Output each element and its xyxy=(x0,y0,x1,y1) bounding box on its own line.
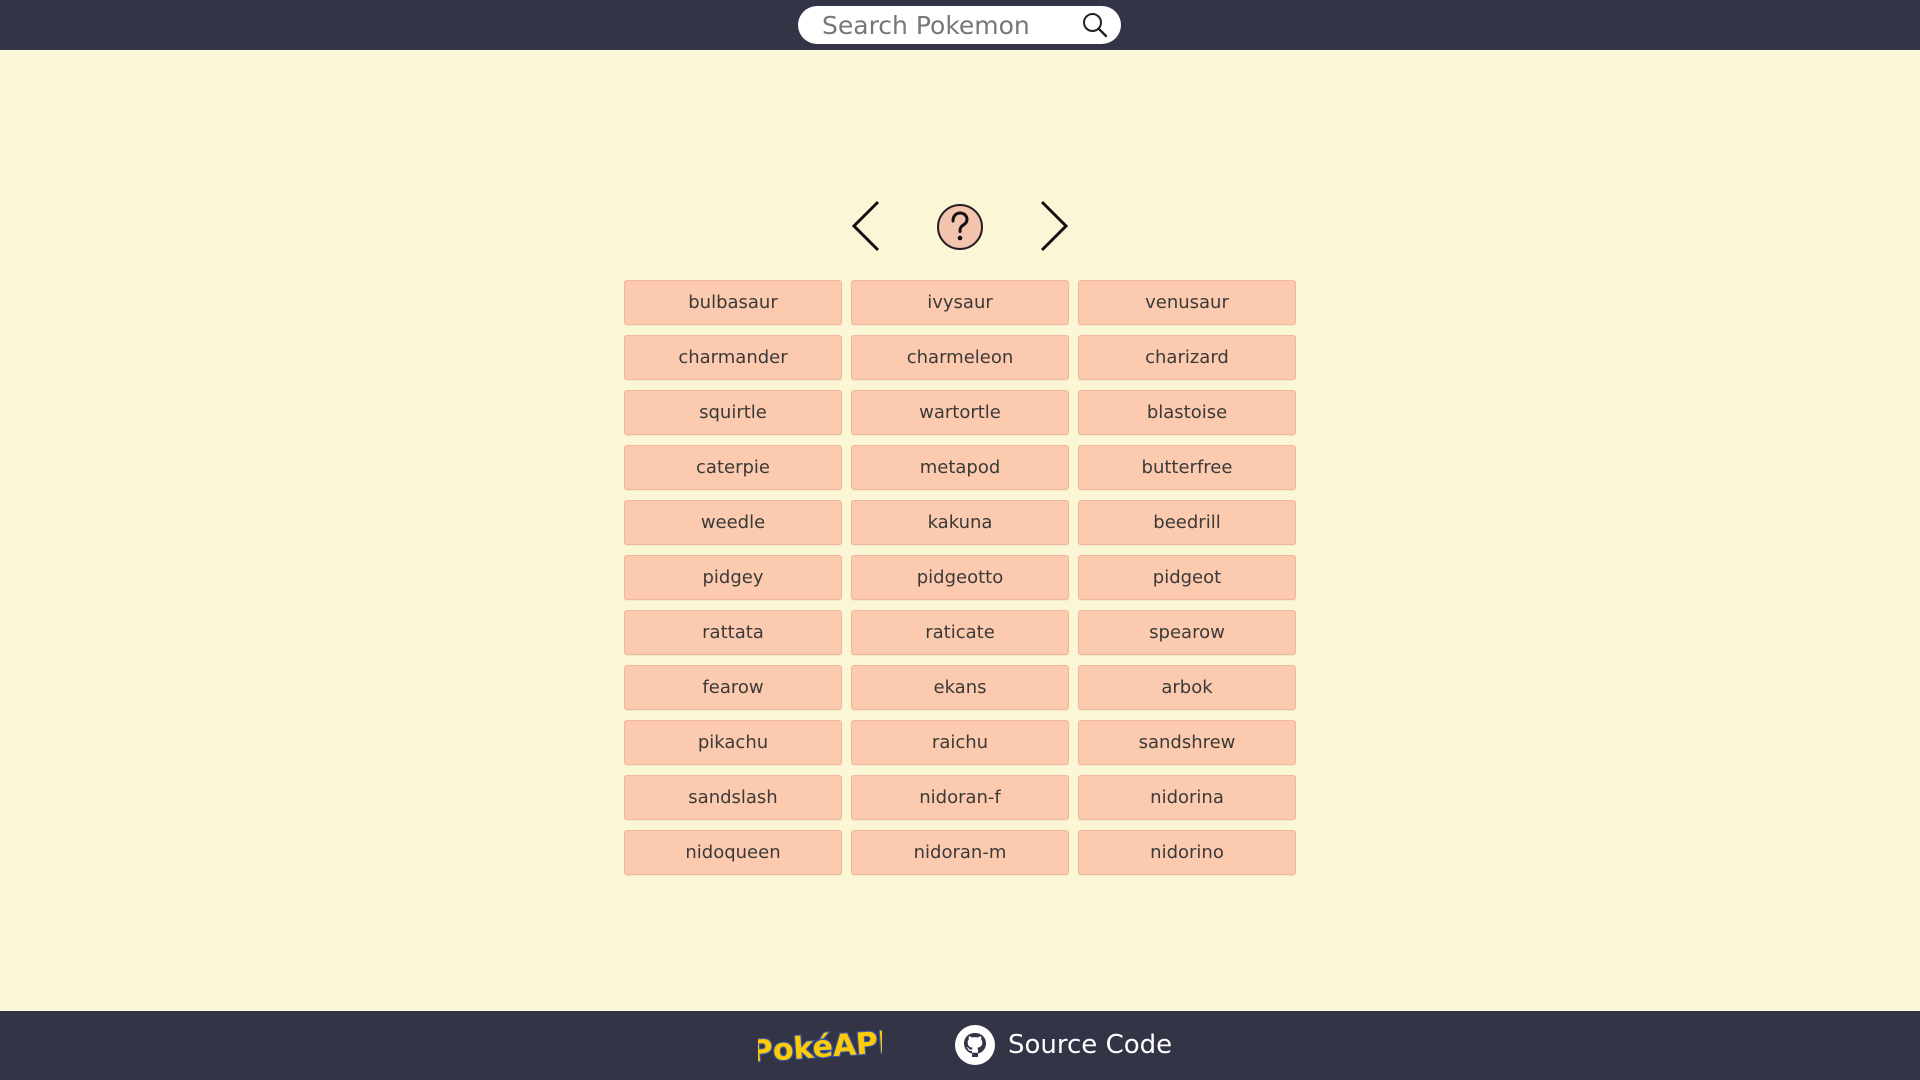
pokemon-button[interactable]: nidorino xyxy=(1078,830,1296,875)
search-box xyxy=(798,6,1121,44)
github-icon xyxy=(955,1025,995,1065)
pokemon-button[interactable]: bulbasaur xyxy=(624,280,842,325)
pokemon-button[interactable]: charmander xyxy=(624,335,842,380)
pokemon-button[interactable]: venusaur xyxy=(1078,280,1296,325)
pokeapi-logo[interactable]: PokéAPI xyxy=(758,1021,882,1069)
top-bar xyxy=(0,0,1920,50)
pokemon-button[interactable]: kakuna xyxy=(851,500,1069,545)
pokeapi-logo-text: PokéAPI xyxy=(758,1025,882,1069)
footer: PokéAPI Source Code xyxy=(0,1011,1920,1080)
pokemon-button[interactable]: squirtle xyxy=(624,390,842,435)
pokemon-button[interactable]: nidoqueen xyxy=(624,830,842,875)
pokemon-button[interactable]: charmeleon xyxy=(851,335,1069,380)
pokemon-button[interactable]: caterpie xyxy=(624,445,842,490)
pokemon-button[interactable]: rattata xyxy=(624,610,842,655)
pokemon-button[interactable]: wartortle xyxy=(851,390,1069,435)
pokemon-button[interactable]: nidoran-m xyxy=(851,830,1069,875)
pokemon-button[interactable]: metapod xyxy=(851,445,1069,490)
pokemon-button[interactable]: nidorina xyxy=(1078,775,1296,820)
pokemon-button[interactable]: blastoise xyxy=(1078,390,1296,435)
pokemon-button[interactable]: fearow xyxy=(624,665,842,710)
pokemon-button[interactable]: ivysaur xyxy=(851,280,1069,325)
pokemon-button[interactable]: sandslash xyxy=(624,775,842,820)
pokemon-grid: bulbasaur ivysaur venusaur charmander charme… xyxy=(624,280,1296,875)
pokemon-button[interactable]: nidoran-f xyxy=(851,775,1069,820)
pokemon-button[interactable]: sandshrew xyxy=(1078,720,1296,765)
search-input[interactable] xyxy=(822,6,1072,44)
source-code-label: Source Code xyxy=(1008,1030,1173,1060)
source-code-link[interactable]: Source Code xyxy=(954,1024,1172,1066)
pokemon-button[interactable]: spearow xyxy=(1078,610,1296,655)
pokemon-button[interactable]: pidgey xyxy=(624,555,842,600)
pokemon-button[interactable]: weedle xyxy=(624,500,842,545)
chevron-right-icon[interactable] xyxy=(1034,198,1074,254)
pokemon-button[interactable]: ekans xyxy=(851,665,1069,710)
pokemon-button[interactable]: pidgeot xyxy=(1078,555,1296,600)
chevron-left-icon[interactable] xyxy=(846,198,886,254)
pokemon-button[interactable]: raichu xyxy=(851,720,1069,765)
pokemon-button[interactable]: raticate xyxy=(851,610,1069,655)
pokemon-button[interactable]: arbok xyxy=(1078,665,1296,710)
pokemon-button[interactable]: pidgeotto xyxy=(851,555,1069,600)
pokemon-button[interactable]: charizard xyxy=(1078,335,1296,380)
pokemon-button[interactable]: beedrill xyxy=(1078,500,1296,545)
search-icon[interactable] xyxy=(1081,11,1109,39)
question-mark-icon[interactable] xyxy=(936,203,984,251)
pokemon-button[interactable]: pikachu xyxy=(624,720,842,765)
pokemon-button[interactable]: butterfree xyxy=(1078,445,1296,490)
